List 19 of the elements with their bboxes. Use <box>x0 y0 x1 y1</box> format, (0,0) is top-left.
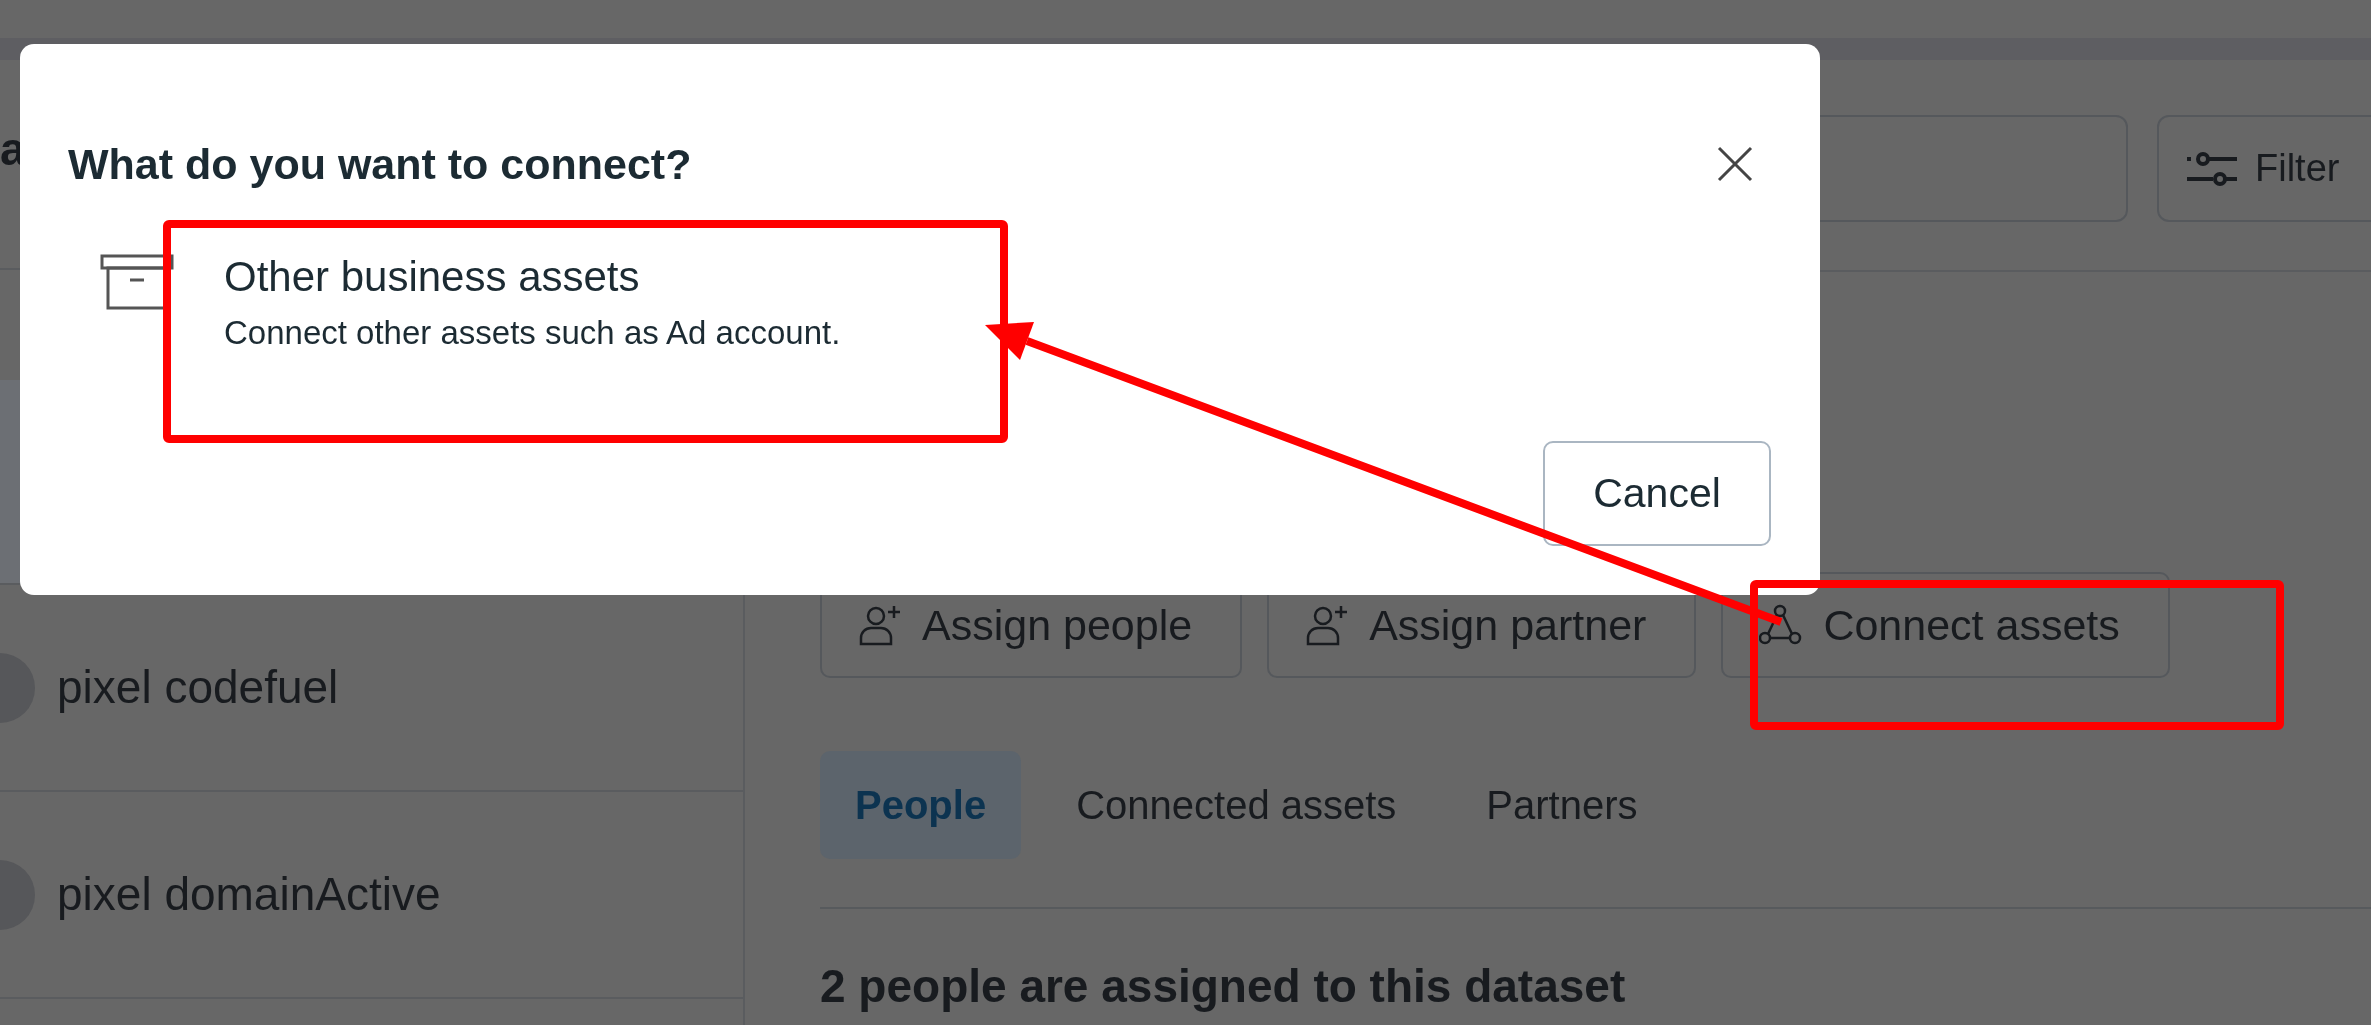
close-icon <box>1715 144 1755 184</box>
tab[interactable]: Connected assets <box>1041 751 1432 859</box>
list-row[interactable]: pixel domainActive <box>0 792 743 999</box>
close-button[interactable] <box>1715 144 1755 184</box>
list-item-label: pixel domainActive <box>57 867 441 922</box>
network-icon <box>1759 604 1804 646</box>
option-title[interactable]: Other business assets <box>224 252 841 303</box>
list-item-label: pixel codefuel <box>57 660 339 715</box>
option-description: Connect other assets such as Ad account. <box>224 313 841 354</box>
filters-button[interactable]: Filter <box>2157 115 2371 222</box>
tab[interactable]: Partners <box>1451 751 1673 859</box>
person-add-icon <box>1305 604 1350 646</box>
section-heading: 2 people are assigned to this dataset <box>820 959 1627 1014</box>
cancel-button[interactable]: Cancel <box>1543 441 1771 546</box>
tab[interactable]: People <box>820 751 1022 859</box>
person-add-icon <box>858 604 902 646</box>
sliders-icon <box>2187 149 2237 188</box>
dialog-title: What do you want to connect? <box>68 139 692 190</box>
archive-box-icon <box>100 252 174 310</box>
